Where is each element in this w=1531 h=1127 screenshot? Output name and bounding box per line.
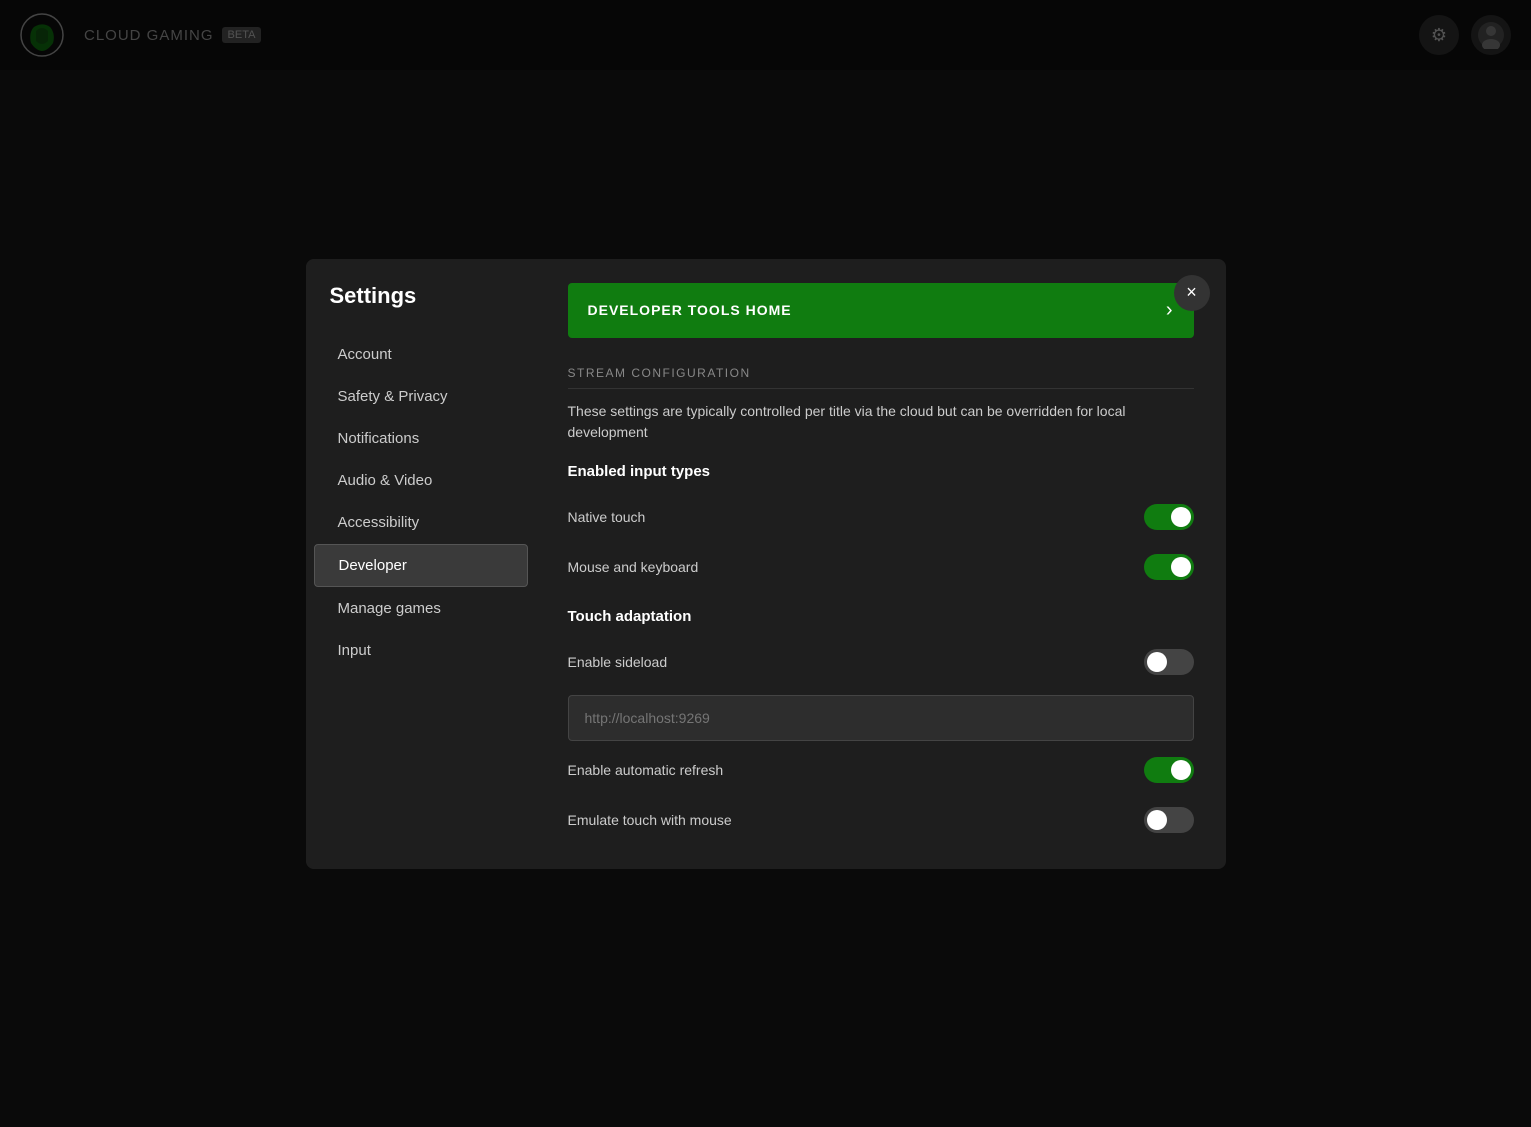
enable-sideload-toggle[interactable]: [1144, 649, 1194, 675]
touch-adaptation-title: Touch adaptation: [568, 608, 1194, 625]
emulate-touch-label: Emulate touch with mouse: [568, 812, 732, 828]
enabled-input-types-title: Enabled input types: [568, 463, 1194, 480]
mouse-keyboard-row: Mouse and keyboard: [568, 542, 1194, 592]
sidebar-item-accessibility[interactable]: Accessibility: [314, 502, 528, 543]
native-touch-label: Native touch: [568, 509, 646, 525]
stream-config-header: STREAM CONFIGURATION: [568, 366, 1194, 389]
localhost-url-input[interactable]: [568, 695, 1194, 741]
enable-auto-refresh-row: Enable automatic refresh: [568, 745, 1194, 795]
close-button[interactable]: ×: [1174, 275, 1210, 311]
enable-sideload-row: Enable sideload: [568, 637, 1194, 687]
dev-tools-home-button[interactable]: DEVELOPER TOOLS HOME ›: [568, 283, 1194, 338]
enable-sideload-label: Enable sideload: [568, 654, 668, 670]
modal-overlay: × Settings Account Safety & Privacy Noti…: [0, 0, 1531, 1127]
sidebar-item-safety-privacy[interactable]: Safety & Privacy: [314, 376, 528, 417]
sidebar-item-account[interactable]: Account: [314, 334, 528, 375]
mouse-keyboard-label: Mouse and keyboard: [568, 559, 699, 575]
enable-auto-refresh-label: Enable automatic refresh: [568, 762, 724, 778]
sidebar: Settings Account Safety & Privacy Notifi…: [306, 259, 536, 869]
sidebar-item-manage-games[interactable]: Manage games: [314, 588, 528, 629]
dev-tools-label: DEVELOPER TOOLS HOME: [588, 302, 792, 318]
touch-adaptation-section: Touch adaptation Enable sideload Enable …: [568, 608, 1194, 845]
emulate-touch-row: Emulate touch with mouse: [568, 795, 1194, 845]
native-touch-toggle[interactable]: [1144, 504, 1194, 530]
main-content: DEVELOPER TOOLS HOME › STREAM CONFIGURAT…: [536, 259, 1226, 869]
stream-config-desc: These settings are typically controlled …: [568, 401, 1194, 443]
sidebar-item-developer[interactable]: Developer: [314, 544, 528, 587]
settings-title: Settings: [306, 283, 536, 333]
sidebar-item-audio-video[interactable]: Audio & Video: [314, 460, 528, 501]
native-touch-row: Native touch: [568, 492, 1194, 542]
emulate-touch-toggle[interactable]: [1144, 807, 1194, 833]
chevron-right-icon: ›: [1166, 299, 1174, 322]
sidebar-item-input[interactable]: Input: [314, 630, 528, 671]
enable-auto-refresh-toggle[interactable]: [1144, 757, 1194, 783]
settings-dialog: × Settings Account Safety & Privacy Noti…: [306, 259, 1226, 869]
sidebar-item-notifications[interactable]: Notifications: [314, 418, 528, 459]
mouse-keyboard-toggle[interactable]: [1144, 554, 1194, 580]
